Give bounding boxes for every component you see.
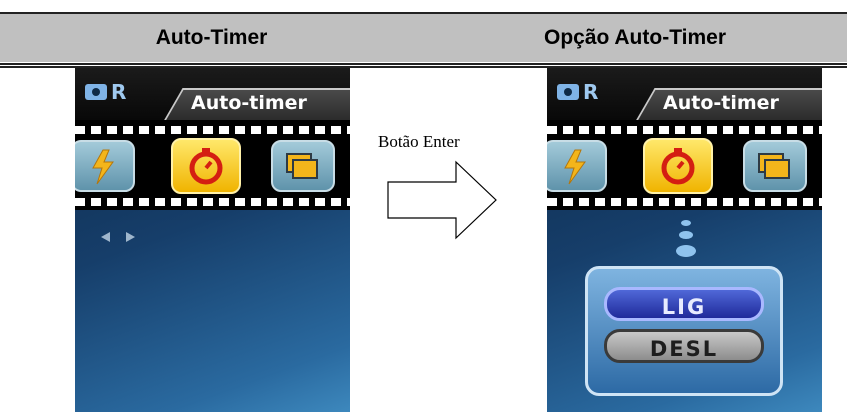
self-timer-icon[interactable] xyxy=(643,138,713,194)
camera-icon xyxy=(557,84,579,100)
flash-icon[interactable] xyxy=(75,140,135,192)
top-bar: R Auto-timer xyxy=(547,68,822,122)
camera-icon xyxy=(85,84,107,100)
option-off-button[interactable]: DESL xyxy=(604,329,764,363)
film-perforation xyxy=(75,126,350,134)
right-column-title: Opção Auto-Timer xyxy=(543,26,727,49)
self-timer-icon[interactable] xyxy=(171,138,241,194)
menu-tab-label: Auto-timer xyxy=(191,92,307,114)
left-column-title: Auto-Timer xyxy=(155,26,268,49)
icon-filmstrip xyxy=(75,120,350,210)
header-table: Auto-Timer Opção Auto-Timer xyxy=(0,12,847,68)
left-right-arrows-icon xyxy=(99,230,139,249)
burst-icon[interactable] xyxy=(271,140,335,192)
enter-button-label: Botão Enter xyxy=(378,132,460,151)
option-on-button[interactable]: LIG xyxy=(604,287,764,321)
mode-letter: R xyxy=(111,80,127,104)
left-camera-screen: R Auto-timer xyxy=(75,68,350,412)
mode-letter: R xyxy=(583,80,599,104)
option-dialog: LIG DESL xyxy=(585,266,783,396)
burst-icon[interactable] xyxy=(743,140,807,192)
icon-filmstrip xyxy=(547,120,822,210)
film-perforation xyxy=(547,126,822,134)
flash-icon[interactable] xyxy=(547,140,607,192)
top-bar: R Auto-timer xyxy=(75,68,350,122)
menu-tab-label: Auto-timer xyxy=(663,92,779,114)
right-camera-screen: R Auto-timer LIG DESL xyxy=(547,68,822,412)
right-arrow-icon xyxy=(387,160,497,240)
submenu-connector-icon xyxy=(676,220,696,257)
film-perforation xyxy=(75,198,350,206)
film-perforation xyxy=(547,198,822,206)
